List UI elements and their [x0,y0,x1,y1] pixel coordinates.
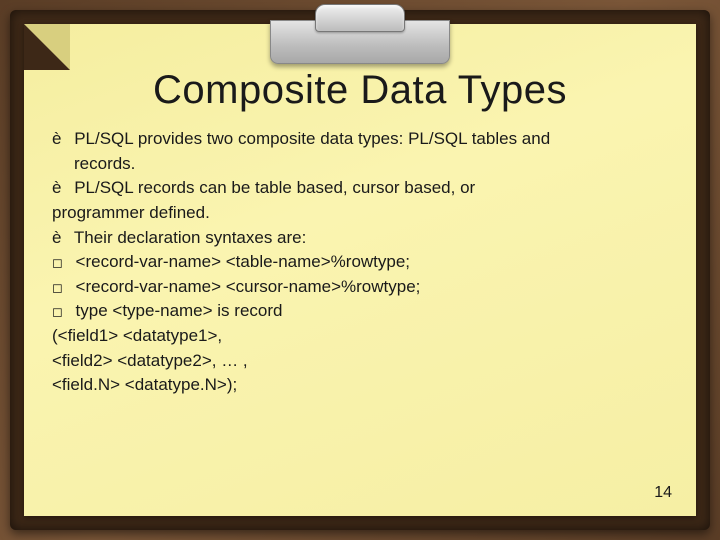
bullet-item: PL/SQL records can be table based, curso… [52,176,668,201]
bullet-item: <record-var-name> <cursor-name>%rowtype; [52,275,668,300]
bullet-item: <record-var-name> <table-name>%rowtype; [52,250,668,275]
slide-content: Composite Data Types PL/SQL provides two… [52,68,668,496]
text: type <type-name> is record [76,301,283,320]
text-line: <field.N> <datatype.N>); [52,373,668,398]
bullet-item: type <type-name> is record [52,299,668,324]
text: <record-var-name> <cursor-name>%rowtype; [76,277,421,296]
wood-frame: Composite Data Types PL/SQL provides two… [10,10,710,530]
sticky-note: Composite Data Types PL/SQL provides two… [24,24,696,516]
bullet-item: PL/SQL provides two composite data types… [52,127,668,176]
text: <record-var-name> <table-name>%rowtype; [76,252,411,271]
text: PL/SQL records can be table based, curso… [74,178,475,197]
text: Their declaration syntaxes are: [74,228,306,247]
slide-body: PL/SQL provides two composite data types… [52,127,668,398]
page-fold-corner [24,24,70,70]
text-line: (<field1> <datatype1>, [52,324,668,349]
slide-title: Composite Data Types [52,68,668,113]
page-number: 14 [654,484,672,502]
text: PL/SQL provides two composite data types… [74,129,550,148]
text-line: <field2> <datatype2>, … , [52,349,668,374]
text: records. [52,152,668,177]
text-line: programmer defined. [52,201,668,226]
binder-clip-icon [270,10,450,70]
bullet-item: Their declaration syntaxes are: [52,226,668,251]
